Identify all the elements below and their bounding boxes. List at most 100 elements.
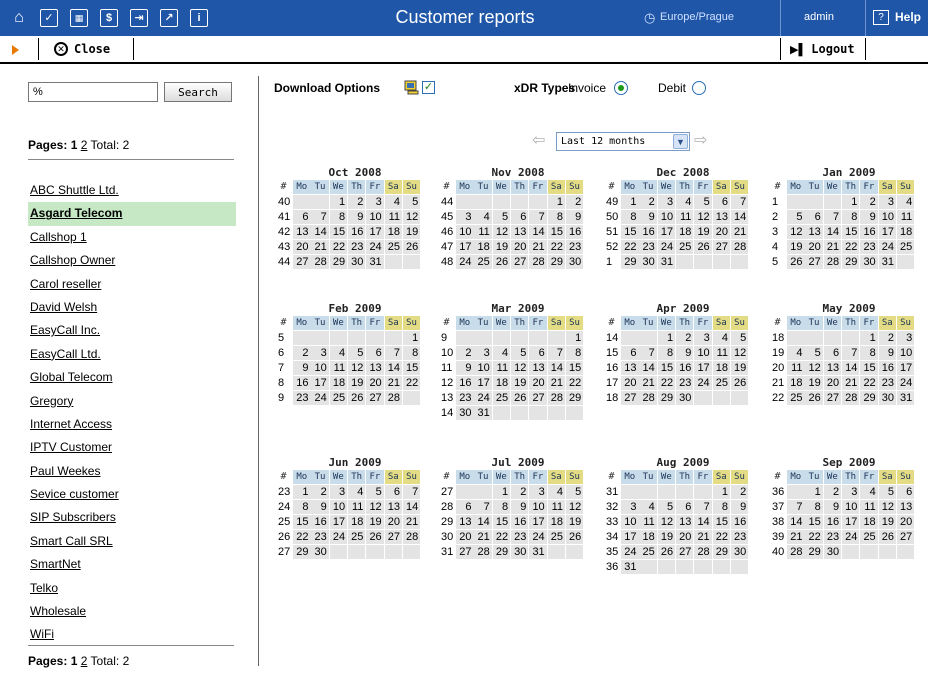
calendar-day[interactable]: 24 bbox=[529, 530, 547, 544]
calendar-day[interactable]: 15 bbox=[860, 361, 878, 375]
week-number[interactable]: 46 bbox=[439, 225, 454, 239]
calendar-day[interactable]: 5 bbox=[805, 346, 823, 360]
calendar-day[interactable]: 19 bbox=[402, 225, 421, 239]
calendar-day[interactable]: 29 bbox=[621, 255, 639, 269]
calendar-day[interactable]: 14 bbox=[529, 225, 547, 239]
calendar-day[interactable]: 16 bbox=[311, 515, 329, 529]
calendar-day[interactable]: 25 bbox=[384, 240, 402, 254]
calendar-day[interactable]: 25 bbox=[492, 391, 511, 405]
calendar-day[interactable]: 15 bbox=[492, 515, 511, 529]
week-number[interactable]: 6 bbox=[276, 346, 291, 360]
calendar-day[interactable]: 26 bbox=[805, 391, 823, 405]
calendar-day[interactable]: 6 bbox=[384, 485, 402, 499]
calendar-day[interactable]: 5 bbox=[694, 195, 712, 209]
calendar-day[interactable]: 25 bbox=[547, 530, 565, 544]
calendar-day[interactable]: 18 bbox=[329, 376, 348, 390]
week-number[interactable]: 27 bbox=[439, 485, 454, 499]
calendar-day[interactable]: 9 bbox=[293, 361, 311, 375]
calendar-day[interactable]: 17 bbox=[311, 376, 329, 390]
week-number[interactable]: 36 bbox=[770, 485, 785, 499]
calendar-day[interactable]: 6 bbox=[510, 210, 529, 224]
calendar-day[interactable]: 12 bbox=[366, 500, 384, 514]
week-number[interactable]: 40 bbox=[770, 545, 785, 559]
calendar-day[interactable]: 22 bbox=[402, 376, 421, 390]
calendar-day[interactable]: 18 bbox=[492, 376, 511, 390]
calendar-day[interactable]: 10 bbox=[366, 210, 384, 224]
week-number[interactable]: 21 bbox=[770, 376, 785, 390]
calendar-day[interactable]: 10 bbox=[841, 500, 860, 514]
calendar-day[interactable]: 21 bbox=[823, 240, 842, 254]
calendar-day[interactable]: 11 bbox=[384, 210, 402, 224]
calendar-day[interactable]: 30 bbox=[730, 545, 749, 559]
week-number[interactable]: 28 bbox=[439, 500, 454, 514]
calendar-day[interactable]: 2 bbox=[823, 485, 842, 499]
week-number[interactable]: 17 bbox=[604, 376, 619, 390]
calendar-day[interactable]: 21 bbox=[547, 376, 565, 390]
calendar-day[interactable]: 9 bbox=[639, 210, 657, 224]
calendar-day[interactable]: 6 bbox=[366, 346, 384, 360]
logout-button[interactable]: ▶▌ Logout bbox=[790, 40, 855, 58]
week-number[interactable]: 22 bbox=[770, 391, 785, 405]
calendar-day[interactable]: 20 bbox=[456, 530, 474, 544]
calendar-day[interactable]: 27 bbox=[712, 240, 730, 254]
calendar-day[interactable]: 15 bbox=[841, 225, 860, 239]
calendar-day[interactable]: 22 bbox=[841, 240, 860, 254]
week-number[interactable]: 31 bbox=[604, 485, 619, 499]
calendar-day[interactable]: 23 bbox=[311, 530, 329, 544]
calendar-day[interactable]: 14 bbox=[787, 515, 805, 529]
previous-period-arrow-icon[interactable]: ⇦ bbox=[532, 133, 545, 149]
week-number[interactable]: 37 bbox=[770, 500, 785, 514]
customer-link[interactable]: Global Telecom bbox=[28, 366, 236, 389]
calendar-day[interactable]: 29 bbox=[860, 391, 878, 405]
calendar-day[interactable]: 23 bbox=[823, 530, 842, 544]
calendar-day[interactable]: 27 bbox=[823, 391, 842, 405]
customer-link[interactable]: SmartNet bbox=[28, 553, 236, 576]
calendar-day[interactable]: 18 bbox=[712, 361, 730, 375]
search-input[interactable] bbox=[28, 82, 158, 102]
search-button[interactable]: Search bbox=[164, 82, 232, 102]
calendar-day[interactable]: 6 bbox=[896, 485, 915, 499]
week-number[interactable]: 8 bbox=[276, 376, 291, 390]
calendar-day[interactable]: 17 bbox=[694, 361, 712, 375]
debit-radio[interactable] bbox=[692, 81, 706, 95]
calendar-day[interactable]: 28 bbox=[384, 391, 402, 405]
calendar-day[interactable]: 11 bbox=[860, 500, 878, 514]
calendar-day[interactable]: 23 bbox=[565, 240, 584, 254]
calendar-day[interactable]: 28 bbox=[547, 391, 565, 405]
calendar-day[interactable]: 26 bbox=[730, 376, 749, 390]
calendar-day[interactable]: 5 bbox=[366, 485, 384, 499]
calendar-day[interactable]: 1 bbox=[712, 485, 730, 499]
calendar-day[interactable]: 29 bbox=[547, 255, 565, 269]
calendar-day[interactable]: 31 bbox=[896, 391, 915, 405]
calendar-day[interactable]: 9 bbox=[878, 346, 896, 360]
calendar-day[interactable]: 19 bbox=[657, 530, 676, 544]
week-number[interactable]: 25 bbox=[276, 515, 291, 529]
calendar-day[interactable]: 8 bbox=[565, 346, 584, 360]
week-number[interactable]: 2 bbox=[770, 210, 785, 224]
calendar-day[interactable]: 27 bbox=[384, 530, 402, 544]
calendar-day[interactable]: 24 bbox=[657, 240, 676, 254]
customer-link[interactable]: ABC Shuttle Ltd. bbox=[28, 179, 236, 202]
page-link-2[interactable]: 2 bbox=[81, 654, 88, 668]
calendar-day[interactable]: 8 bbox=[329, 210, 348, 224]
calendar-day[interactable]: 1 bbox=[565, 331, 584, 345]
calendar-day[interactable]: 6 bbox=[823, 346, 842, 360]
calendar-day[interactable]: 2 bbox=[510, 485, 529, 499]
calendar-day[interactable]: 5 bbox=[878, 485, 896, 499]
calendar-day[interactable]: 21 bbox=[639, 376, 657, 390]
calendar-day[interactable]: 31 bbox=[529, 545, 547, 559]
calendar-day[interactable]: 13 bbox=[805, 225, 823, 239]
customer-link[interactable]: Telko bbox=[28, 577, 236, 600]
week-number[interactable]: 45 bbox=[439, 210, 454, 224]
calendar-day[interactable]: 3 bbox=[456, 210, 474, 224]
calendar-day[interactable]: 13 bbox=[621, 361, 639, 375]
calendar-day[interactable]: 16 bbox=[510, 515, 529, 529]
calendar-day[interactable]: 6 bbox=[293, 210, 311, 224]
calendar-day[interactable]: 12 bbox=[878, 500, 896, 514]
calendar-day[interactable]: 22 bbox=[805, 530, 823, 544]
calendar-day[interactable]: 16 bbox=[293, 376, 311, 390]
calendar-day[interactable]: 22 bbox=[565, 376, 584, 390]
calendar-day[interactable]: 14 bbox=[311, 225, 329, 239]
timezone-link[interactable]: Europe/Prague bbox=[660, 11, 734, 23]
calendar-day[interactable]: 9 bbox=[860, 210, 878, 224]
